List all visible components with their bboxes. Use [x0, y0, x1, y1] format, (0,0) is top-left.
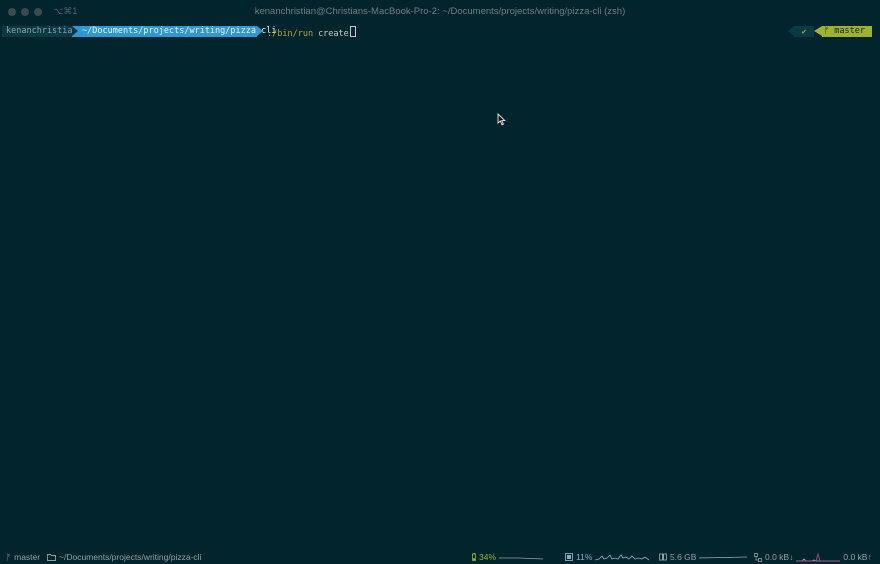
- status-branch-label: master: [14, 552, 41, 562]
- status-memory: 5.6 GB: [659, 552, 748, 562]
- battery-percent: 34%: [479, 552, 497, 562]
- window-title: kenanchristian@Christians-MacBook-Pro-2:…: [254, 6, 626, 17]
- git-branch-icon: ᚠ: [824, 26, 830, 36]
- mouse-pointer-icon: [497, 113, 506, 126]
- command-program: ./bin/run: [267, 29, 314, 39]
- memory-icon: [659, 553, 667, 561]
- network-icon: [754, 552, 762, 562]
- text-cursor: [349, 26, 356, 37]
- status-current-directory: ~/Documents/projects/writing/pizza-cli: [47, 552, 201, 562]
- shell-prompt: kenanchristian ~/Documents/projects/writ…: [0, 26, 880, 39]
- segment-separator-arrow: [72, 26, 78, 36]
- git-branch-label: master: [834, 26, 865, 36]
- prompt-path-segment: ~/Documents/projects/writing/pizza-cli: [72, 26, 276, 37]
- folder-icon: [47, 553, 56, 561]
- battery-icon: [472, 553, 476, 561]
- status-git-branch: ᚠ master: [6, 552, 40, 562]
- status-cpu: 11%: [565, 552, 650, 562]
- status-battery: 34%: [472, 552, 544, 562]
- network-upload: 0.0 kB↑: [843, 552, 872, 562]
- git-branch-segment: ᚠ master: [822, 26, 872, 37]
- command-line-input[interactable]: ./bin/run create: [267, 26, 356, 39]
- status-bar: ᚠ master ~/Documents/projects/writing/piz…: [0, 548, 880, 564]
- status-path-label: ~/Documents/projects/writing/pizza-cli: [59, 552, 202, 562]
- segment-separator-arrow: [257, 26, 263, 36]
- window-titlebar: ⌥⌘1 kenanchristian@Christians-MacBook-Pr…: [0, 0, 880, 24]
- cpu-icon: [565, 553, 573, 561]
- memory-used: 5.6 GB: [670, 552, 697, 562]
- memory-sparkline: [699, 556, 748, 559]
- cpu-percent: 11%: [576, 552, 593, 562]
- git-branch-icon: ᚠ: [6, 552, 12, 562]
- status-network: 0.0 kB↓ 0.0 kB↑: [754, 552, 872, 562]
- network-sparkline: [796, 552, 841, 562]
- cpu-sparkline: [595, 554, 650, 561]
- battery-sparkline: [499, 557, 544, 560]
- network-download: 0.0 kB↓: [765, 552, 794, 562]
- prompt-right-status: ✔ ᚠ master: [782, 26, 872, 37]
- segment-separator-arrow: [814, 26, 822, 36]
- prompt-user-segment: kenanchristian: [2, 26, 78, 37]
- command-argument: create: [318, 29, 349, 39]
- exit-status-ok-icon: ✔: [794, 26, 814, 37]
